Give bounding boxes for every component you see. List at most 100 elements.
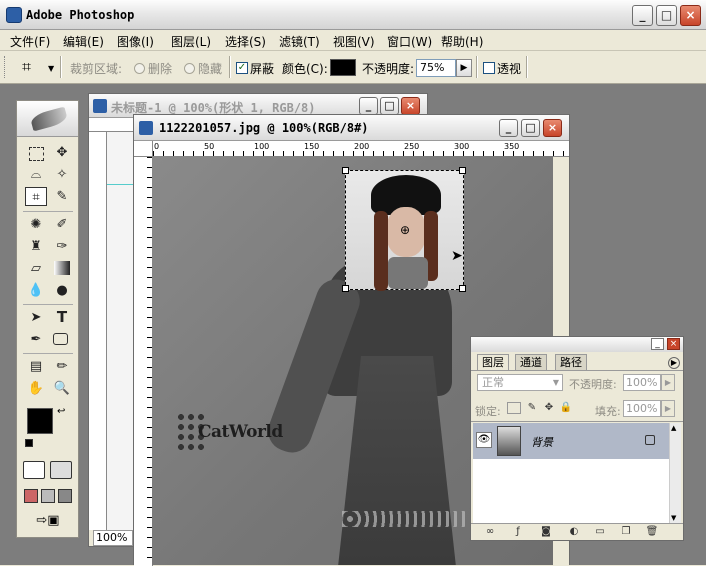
zoom-tool-icon[interactable]: 🔍 <box>51 379 73 398</box>
new-group-icon[interactable]: ▭ <box>593 526 607 538</box>
layer-opacity-input[interactable]: 100% <box>623 374 661 391</box>
history-brush-icon[interactable]: ✑ <box>51 237 73 256</box>
crop-handle[interactable] <box>342 167 349 174</box>
path-selection-icon[interactable]: ➤ <box>25 308 47 327</box>
lock-all-icon[interactable]: 🔒 <box>559 402 573 414</box>
chevron-down-icon[interactable]: ▼ <box>48 64 54 73</box>
menu-layer[interactable]: 图层(L) <box>171 33 211 50</box>
hide-radio[interactable] <box>184 63 195 74</box>
swap-colors-icon[interactable]: ↩ <box>57 406 65 417</box>
panel-title-bar[interactable]: _ × <box>471 337 683 352</box>
shield-checkbox[interactable]: ✓ <box>236 62 248 74</box>
doc-minimize-button[interactable]: _ <box>499 119 518 137</box>
layer-row[interactable]: 👁 背景 <box>473 423 669 459</box>
crop-handle[interactable] <box>459 167 466 174</box>
opacity-slider-arrow-icon[interactable]: ▶ <box>661 374 675 391</box>
eyedropper-icon[interactable]: ✏ <box>51 357 73 376</box>
layers-scrollbar[interactable]: ▲ ▼ <box>669 423 681 523</box>
panel-menu-icon[interactable]: ▶ <box>668 357 680 369</box>
layer-name[interactable]: 背景 <box>531 434 553 450</box>
doc-minimize-button[interactable]: _ <box>359 97 378 115</box>
perspective-checkbox[interactable] <box>483 62 495 74</box>
pen-tool-icon[interactable]: ✒ <box>25 330 47 349</box>
crop-handle[interactable] <box>342 285 349 292</box>
ruler-label: 300 <box>454 142 470 151</box>
tab-channels[interactable]: 通道 <box>515 354 547 370</box>
screen-mode-standard-icon[interactable] <box>24 489 38 503</box>
menu-edit[interactable]: 编辑(E) <box>63 33 104 50</box>
foreground-color-swatch[interactable] <box>27 408 53 434</box>
ruler-origin[interactable] <box>134 141 153 157</box>
delete-radio[interactable] <box>134 63 145 74</box>
screen-mode-full-menu-icon[interactable] <box>41 489 55 503</box>
default-colors-icon[interactable] <box>25 439 33 447</box>
healing-brush-icon[interactable]: ✺ <box>25 215 47 234</box>
menu-file[interactable]: 文件(F) <box>10 33 50 50</box>
shield-color-swatch[interactable] <box>330 59 356 76</box>
menu-filter[interactable]: 滤镜(T) <box>279 33 320 50</box>
link-layers-icon[interactable]: ∞ <box>483 526 497 538</box>
opacity-label: 不透明度: <box>362 62 415 76</box>
brush-tool-icon[interactable]: ✐ <box>51 215 73 234</box>
gradient-tool-icon[interactable] <box>54 261 70 275</box>
fill-input[interactable]: 100% <box>623 400 661 417</box>
slice-tool-icon[interactable]: ✎ <box>51 187 73 206</box>
tab-paths[interactable]: 路径 <box>555 354 587 370</box>
menu-view[interactable]: 视图(V) <box>333 33 375 50</box>
document-title-bar[interactable]: 1122201057.jpg @ 100%(RGB/8#) _ □ × <box>134 115 569 141</box>
dodge-tool-icon[interactable]: ● <box>51 281 73 300</box>
notes-tool-icon[interactable]: ▤ <box>25 357 47 376</box>
magic-wand-icon[interactable]: ✧ <box>51 165 73 184</box>
marquee-tool-icon[interactable] <box>29 147 44 161</box>
doc-close-button[interactable]: × <box>401 97 420 115</box>
eraser-tool-icon[interactable]: ▱ <box>25 259 47 278</box>
menu-select[interactable]: 选择(S) <box>225 33 266 50</box>
new-layer-icon[interactable]: ❐ <box>619 526 633 538</box>
doc-close-button[interactable]: × <box>543 119 562 137</box>
scroll-up-icon[interactable]: ▲ <box>671 424 676 432</box>
maximize-button[interactable]: □ <box>656 5 677 26</box>
lasso-tool-icon[interactable]: ⌓ <box>25 165 47 184</box>
jump-to-imageready-icon[interactable]: ⇨▣ <box>25 513 71 529</box>
doc-maximize-button[interactable]: □ <box>521 119 540 137</box>
panel-minimize-button[interactable]: _ <box>651 338 664 350</box>
chevron-down-icon[interactable]: ▼ <box>549 374 563 391</box>
type-tool-icon[interactable]: T <box>51 308 73 327</box>
clone-stamp-icon[interactable]: ♜ <box>25 237 47 256</box>
grip-handle[interactable] <box>4 56 7 78</box>
layer-style-icon[interactable]: ƒ <box>511 526 525 538</box>
adjustment-layer-icon[interactable]: ◐ <box>567 526 581 538</box>
opacity-slider-arrow-icon[interactable]: ▶ <box>456 59 472 77</box>
shape-tool-icon[interactable] <box>53 333 68 345</box>
eye-visibility-icon[interactable]: 👁 <box>476 432 492 448</box>
scroll-down-icon[interactable]: ▼ <box>671 514 676 522</box>
quick-mask-icon[interactable] <box>50 461 72 479</box>
zoom-level-input[interactable]: 100% <box>93 530 133 546</box>
fill-slider-arrow-icon[interactable]: ▶ <box>661 400 675 417</box>
layer-mask-icon[interactable]: ◙ <box>539 526 553 538</box>
menu-image[interactable]: 图像(I) <box>117 33 154 50</box>
crop-tool-icon[interactable]: ⌗ <box>22 57 44 77</box>
tab-layers[interactable]: 图层 <box>477 354 509 370</box>
menu-help[interactable]: 帮助(H) <box>441 33 483 50</box>
trash-icon[interactable]: 🗑 <box>645 526 659 538</box>
lock-position-icon[interactable]: ✥ <box>542 402 556 414</box>
standard-mode-icon[interactable] <box>23 461 45 479</box>
crop-center-icon[interactable]: ⊕ <box>400 223 410 237</box>
toolbox-header[interactable] <box>17 101 78 137</box>
lock-transparency-icon[interactable] <box>507 402 521 414</box>
lock-image-icon[interactable]: ✎ <box>525 402 539 414</box>
close-button[interactable]: × <box>680 5 701 26</box>
opacity-input[interactable]: 75% <box>416 59 456 77</box>
minimize-button[interactable]: _ <box>632 5 653 26</box>
move-tool-icon[interactable]: ✥ <box>51 143 73 162</box>
doc-maximize-button[interactable]: □ <box>380 97 399 115</box>
menu-window[interactable]: 窗口(W) <box>387 33 432 50</box>
crop-tool-icon[interactable]: ⌗ <box>25 187 47 206</box>
hand-tool-icon[interactable]: ✋ <box>25 379 47 398</box>
crop-handle[interactable] <box>459 285 466 292</box>
screen-mode-full-icon[interactable] <box>58 489 72 503</box>
crop-selection[interactable]: ⊕ <box>342 167 466 292</box>
blur-tool-icon[interactable]: 💧 <box>25 281 47 300</box>
panel-close-button[interactable]: × <box>667 338 680 350</box>
